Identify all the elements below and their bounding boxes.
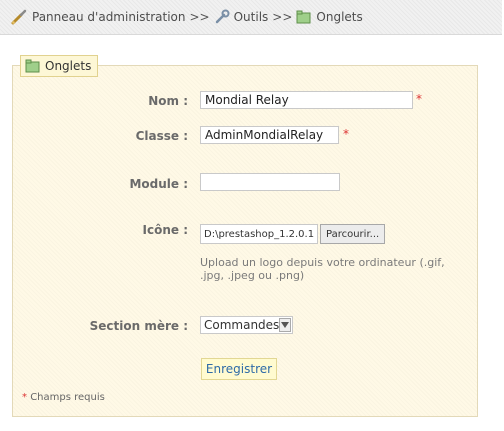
nom-required-marker: * xyxy=(416,92,422,106)
classe-value: AdminMondialRelay xyxy=(205,128,324,142)
breadcrumb-label-admin: Panneau d'administration xyxy=(32,10,186,24)
classe-label: Classe : xyxy=(135,129,188,143)
section-mere-selected: Commandes xyxy=(204,318,280,332)
classe-field[interactable]: AdminMondialRelay xyxy=(200,126,339,144)
required-fields-note: * Champs requis xyxy=(22,392,105,403)
classe-required-marker: * xyxy=(343,127,349,141)
wrench-icon xyxy=(215,9,230,24)
browse-button[interactable]: Parcourir... xyxy=(320,224,386,244)
chevron-down-icon[interactable] xyxy=(279,318,291,332)
breadcrumb-item-tabs[interactable]: Onglets xyxy=(296,10,363,24)
section-mere-label: Section mère : xyxy=(89,319,188,333)
breadcrumb: Panneau d'administration >> Outils >> On… xyxy=(0,0,502,35)
breadcrumb-separator: >> xyxy=(272,10,293,24)
save-button[interactable]: Enregistrer xyxy=(201,358,277,380)
breadcrumb-label-tools: Outils xyxy=(233,10,269,24)
breadcrumb-item-tools[interactable]: Outils xyxy=(214,9,269,25)
module-field[interactable] xyxy=(200,173,340,191)
nom-label: Nom : xyxy=(148,94,188,108)
wrench-pencil-icon xyxy=(11,9,27,25)
legend-label: Onglets xyxy=(45,59,92,73)
breadcrumb-separator: >> xyxy=(189,10,210,24)
tabs-icon xyxy=(296,10,311,24)
icone-file-path[interactable]: D:\prestashop_1.2.0.1 xyxy=(200,224,318,244)
section-mere-select[interactable]: Commandes xyxy=(200,316,293,334)
nom-field[interactable]: Mondial Relay xyxy=(200,91,413,109)
nom-value: Mondial Relay xyxy=(205,93,289,107)
required-note-text: Champs requis xyxy=(30,392,105,403)
breadcrumb-label-tabs: Onglets xyxy=(316,10,363,24)
required-star: * xyxy=(22,392,27,403)
icone-file-input: D:\prestashop_1.2.0.1 Parcourir... xyxy=(200,224,394,244)
icone-label: Icône : xyxy=(142,223,188,237)
breadcrumb-item-admin[interactable]: Panneau d'administration xyxy=(10,8,186,26)
fieldset-legend: Onglets xyxy=(20,55,99,77)
icone-help-text: Upload un logo depuis votre ordinateur (… xyxy=(200,256,445,282)
module-label: Module : xyxy=(129,177,188,191)
tabs-icon xyxy=(25,59,40,73)
